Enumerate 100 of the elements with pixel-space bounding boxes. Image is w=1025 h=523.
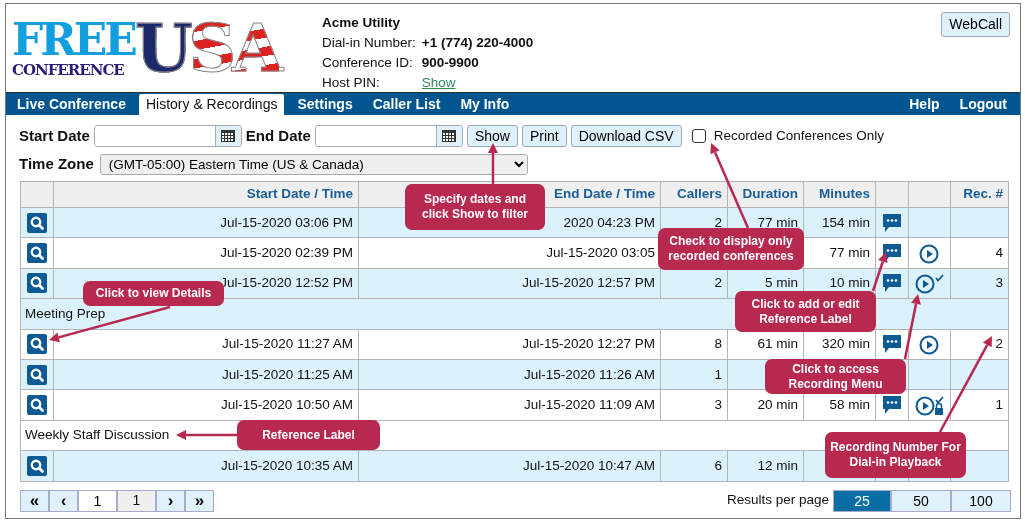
table-cell: 3 <box>714 396 722 412</box>
table-cell: 2 <box>714 214 722 230</box>
page-size-option[interactable]: 50 <box>891 489 951 512</box>
detail-value: 900-9900 <box>421 54 480 72</box>
callout: Click to view Details <box>83 281 224 306</box>
callout: Check to display only recorded conferences <box>658 228 804 270</box>
page-field[interactable]: 1 <box>78 489 117 512</box>
calendar-icon[interactable] <box>221 130 236 142</box>
column-header[interactable]: End Date / Time <box>553 186 655 202</box>
table-cell: 3 <box>995 275 1003 291</box>
webcall-button[interactable]: WebCall <box>941 12 1010 37</box>
show-pin-link[interactable]: Show <box>421 74 534 92</box>
table-cell: Jul-15-2020 10:35 AM <box>220 457 353 473</box>
table-cell: 2 <box>714 275 722 291</box>
play-lock-icon[interactable] <box>915 394 944 416</box>
comment-icon[interactable] <box>882 334 902 355</box>
recorded-only-checkbox[interactable] <box>691 129 706 143</box>
detail-label: Host PIN: <box>322 74 381 92</box>
action-button[interactable]: Download CSV <box>570 125 682 147</box>
table-cell: 2 <box>995 336 1003 352</box>
table-cell: 154 min <box>821 214 870 230</box>
search-icon[interactable] <box>27 455 47 476</box>
field-label: Time Zone <box>19 153 94 174</box>
callout: Click to access Recording Menu <box>765 359 906 394</box>
table-cell: Jul-15-2020 02:39 PM <box>220 244 353 260</box>
table-cell: Jul-15-2020 03:06 PM <box>220 214 353 230</box>
callout-arrow <box>488 143 498 184</box>
search-icon[interactable] <box>27 364 47 385</box>
table-cell: Jul-15-2020 12:27 PM <box>522 336 655 352</box>
table-cell: 320 min <box>821 336 870 352</box>
action-button[interactable]: Print <box>521 125 567 147</box>
play-check-icon[interactable] <box>915 272 944 294</box>
search-icon[interactable] <box>27 395 47 416</box>
nav-tab[interactable]: Live Conference <box>10 94 133 115</box>
nav-link[interactable]: Help <box>902 94 947 115</box>
callout: Recording Number For Dial-in Playback <box>825 432 966 478</box>
play-icon[interactable] <box>919 333 940 355</box>
table-cell: 6 <box>714 457 722 473</box>
nav-tab[interactable]: My Info <box>453 94 517 115</box>
last-page-button[interactable]: » <box>185 489 214 512</box>
previous-page-button[interactable]: ‹ <box>49 489 78 512</box>
comment-icon[interactable] <box>882 395 902 416</box>
table-cell: Jul-15-2020 03:05 <box>546 244 655 260</box>
table-cell: 77 min <box>829 244 870 260</box>
logo-text: FREE <box>12 18 135 61</box>
table-cell: Jul-15-2020 10:47 AM <box>522 457 655 473</box>
table-cell: Jul-15-2020 12:57 PM <box>522 275 655 291</box>
comment-icon[interactable] <box>882 273 902 294</box>
search-icon[interactable] <box>27 243 47 264</box>
table-cell: 1 <box>995 396 1003 412</box>
callout: Specify dates and click Show to filter <box>405 184 545 230</box>
table-cell: 58 min <box>829 396 870 412</box>
callout-arrow <box>903 294 921 360</box>
detail-label: Conference ID: <box>322 54 414 72</box>
page-size-option[interactable]: 100 <box>951 489 1011 512</box>
table-cell: Jul-15-2020 11:25 AM <box>221 366 353 382</box>
nav-link[interactable]: Logout <box>952 94 1014 115</box>
detail-label: Dial-in Number: <box>322 34 416 52</box>
field-label: Start Date <box>19 125 90 146</box>
table-cell: 1 <box>714 366 722 382</box>
reference-label: Meeting Prep <box>25 305 106 321</box>
table-cell: 10 min <box>829 275 870 291</box>
time-zone-select[interactable]: (GMT-05:00) Eastern Time (US & Canada) <box>99 153 528 175</box>
play-icon[interactable] <box>919 242 940 264</box>
nav-tab[interactable]: Settings <box>290 94 360 115</box>
action-button[interactable]: Show <box>466 125 518 147</box>
date-field[interactable] <box>93 125 242 147</box>
table-cell: 20 min <box>757 396 798 412</box>
callout-arrow <box>176 430 237 440</box>
table-cell: Jul-15-2020 11:26 AM <box>523 366 655 382</box>
table-cell: 12 min <box>757 457 798 473</box>
date-field[interactable] <box>314 125 463 147</box>
callout-arrow <box>871 252 888 292</box>
field-label: End Date <box>245 125 311 146</box>
page-count: 1 <box>117 489 156 512</box>
callout: Click to add or edit Reference Label <box>735 291 876 332</box>
comment-icon[interactable] <box>882 212 902 233</box>
first-page-button[interactable]: « <box>20 489 49 512</box>
nav-tab[interactable]: History & Recordings <box>138 94 285 115</box>
page-size-option[interactable]: 25 <box>833 489 891 512</box>
table-cell: Jul-15-2020 10:50 AM <box>220 396 353 412</box>
table-cell: 8 <box>714 336 722 352</box>
logo-text: CONFERENCE <box>12 62 125 78</box>
calendar-icon[interactable] <box>442 130 457 142</box>
table-cell: 61 min <box>757 336 798 352</box>
next-page-button[interactable]: › <box>156 489 185 512</box>
search-icon[interactable] <box>27 273 47 294</box>
account-name: Acme Utility <box>322 14 402 32</box>
table-cell: 4 <box>995 244 1003 260</box>
nav-tab[interactable]: Caller List <box>365 94 448 115</box>
checkbox-label: Recorded Conferences Only <box>713 126 884 145</box>
table-cell: 2020 04:23 PM <box>563 214 655 230</box>
search-icon[interactable] <box>27 334 47 355</box>
table-cell: 77 min <box>757 214 798 230</box>
table-cell: Jul-15-2020 11:27 AM <box>221 336 353 352</box>
search-icon[interactable] <box>27 212 47 233</box>
table-cell: 5 min <box>765 275 798 291</box>
detail-value: +1 (774) 220-4000 <box>421 34 534 52</box>
callout: Reference Label <box>237 420 380 450</box>
results-per-page-label: Results per page <box>726 491 829 510</box>
